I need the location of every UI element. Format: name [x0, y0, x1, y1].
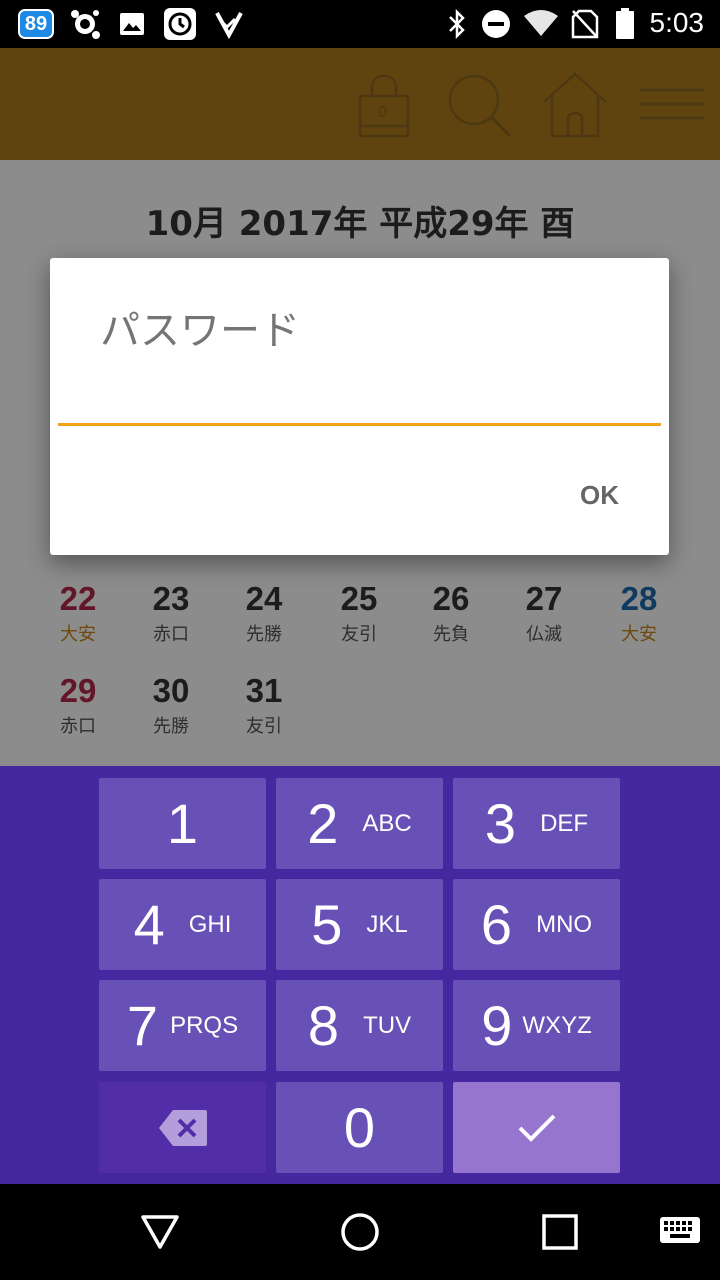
key-letters: DEF [540, 809, 589, 837]
keyboard-icon[interactable] [648, 1202, 712, 1262]
no-sim-icon [570, 8, 600, 40]
key-digit: 6 [480, 893, 513, 956]
avast-icon [68, 8, 102, 40]
key-digit: 8 [307, 994, 340, 1057]
checklist-icon [212, 8, 244, 40]
key-6[interactable]: 6 MNO [453, 879, 620, 970]
ok-button[interactable]: OK [580, 480, 619, 511]
done-key[interactable] [453, 1082, 620, 1173]
key-3[interactable]: 3 DEF [453, 778, 620, 869]
back-icon[interactable] [128, 1202, 192, 1262]
do-not-disturb-icon [480, 8, 512, 40]
key-digit: 1 [166, 792, 199, 855]
check-icon [518, 1114, 555, 1142]
battery-icon [612, 8, 638, 40]
password-input[interactable] [58, 368, 661, 426]
key-letters: TUV [363, 1011, 412, 1039]
key-digit: 7 [126, 994, 159, 1057]
key-8[interactable]: 8 TUV [276, 980, 443, 1071]
key-letters: ABC [362, 809, 412, 837]
backspace-icon [158, 1109, 207, 1146]
bluetooth-icon [444, 8, 470, 40]
key-0[interactable]: 0 [276, 1082, 443, 1173]
key-4[interactable]: 4 GHI [99, 879, 266, 970]
key-letters: WXYZ [522, 1011, 592, 1039]
clock: 5:03 [649, 7, 705, 38]
key-letters: MNO [536, 910, 593, 938]
image-icon [116, 8, 148, 40]
dialog-title: パスワード [100, 308, 300, 354]
wifi-icon [522, 8, 560, 40]
numeric-keypad: 1 2 ABC 3 DEF 4 GHI 5 JKL 6 MNO 7 PRQS 8 TUV 9W… [0, 766, 720, 1184]
history-icon [162, 8, 198, 40]
key-digit: 5 [311, 893, 343, 956]
key-5[interactable]: 5 JKL [276, 879, 443, 970]
key-digit: 3 [484, 792, 517, 855]
key-1[interactable]: 1 [99, 778, 266, 869]
key-digit: 4 [133, 893, 165, 956]
password-dialog: パスワード OK [50, 258, 669, 555]
key-digit: 0 [343, 1096, 376, 1159]
badge-count: 89 [24, 12, 48, 35]
key-digit: 9 [481, 994, 513, 1057]
home-circle-icon[interactable] [328, 1202, 392, 1262]
key-digit: 2 [307, 792, 339, 855]
key-7[interactable]: 7 PRQS [99, 980, 266, 1071]
key-2[interactable]: 2 ABC [276, 778, 443, 869]
badge-89-icon: 89 [18, 9, 54, 39]
backspace-key[interactable] [99, 1082, 266, 1173]
key-9[interactable]: 9 WXYZ [453, 980, 620, 1071]
key-letters: PRQS [170, 1011, 239, 1039]
key-letters: JKL [366, 910, 408, 938]
recents-icon[interactable] [528, 1202, 592, 1262]
navigation-bar [0, 1184, 720, 1280]
key-letters: GHI [188, 910, 232, 938]
status-bar: 89 5:03 [0, 0, 720, 48]
